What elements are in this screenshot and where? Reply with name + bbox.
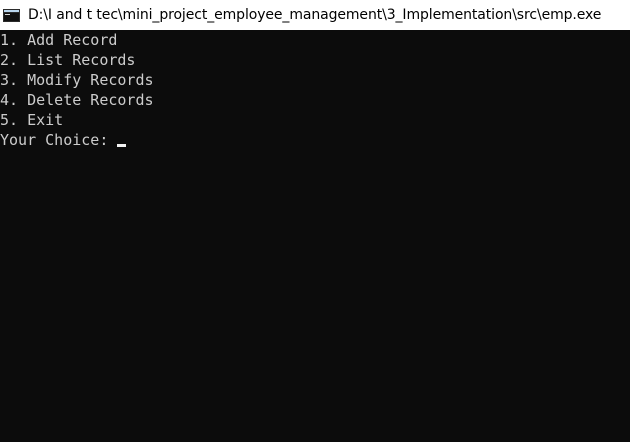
console-window: D:\I and t tec\mini_project_employee_man… bbox=[0, 0, 630, 442]
console-app-icon[interactable] bbox=[3, 8, 20, 22]
choice-prompt: Your Choice: bbox=[0, 131, 118, 149]
text-cursor bbox=[117, 144, 127, 147]
menu-item-modify-records: 3. Modify Records bbox=[0, 71, 154, 89]
menu-item-delete-records: 4. Delete Records bbox=[0, 91, 154, 109]
input-line[interactable]: Your Choice: bbox=[0, 130, 630, 150]
menu-item-exit: 5. Exit bbox=[0, 111, 64, 129]
menu-item-add-record: 1. Add Record bbox=[0, 31, 118, 49]
menu-item-list-records: 2. List Records bbox=[0, 51, 136, 69]
console-output[interactable]: 1. Add Record 2. List Records 3. Modify … bbox=[0, 30, 630, 442]
title-bar[interactable]: D:\I and t tec\mini_project_employee_man… bbox=[0, 0, 630, 30]
window-title: D:\I and t tec\mini_project_employee_man… bbox=[28, 7, 602, 23]
